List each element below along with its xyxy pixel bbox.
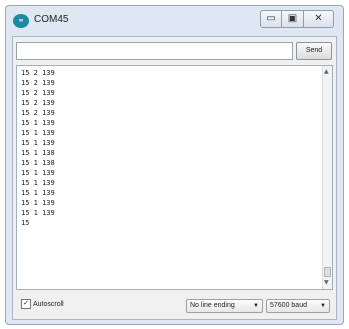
output-line: 15 2 139 <box>21 79 55 87</box>
output-line: 15 1 139 <box>21 179 55 187</box>
serial-output[interactable]: 15 2 139 15 2 139 15 2 139 15 2 139 15 2 139… <box>16 65 333 290</box>
output-lines: 15 2 139 15 2 139 15 2 139 15 2 139 15 2 139… <box>21 68 55 228</box>
output-line: 15 2 139 <box>21 89 55 97</box>
output-line: 15 1 139 <box>21 139 55 147</box>
send-input[interactable] <box>16 42 293 60</box>
maximize-button[interactable]: ▣ <box>282 10 304 28</box>
scroll-down-icon[interactable]: ▼ <box>324 280 329 286</box>
output-line: 15 1 139 <box>21 119 55 127</box>
serial-monitor-window: ∞ COM45 ▭ ▣ ✕ Send 15 2 139 15 2 139 15 2 … <box>5 5 344 325</box>
baud-rate-select[interactable]: 57600 baud ▼ <box>266 299 330 313</box>
scrollbar-thumb[interactable] <box>324 267 331 277</box>
line-ending-select[interactable]: No line ending ▼ <box>186 299 263 313</box>
arduino-icon: ∞ <box>13 14 29 28</box>
output-line: 15 1 139 <box>21 209 55 217</box>
output-line: 15 <box>21 219 30 227</box>
vertical-scrollbar[interactable]: ▲ ▼ <box>322 66 332 289</box>
output-line: 15 1 139 <box>21 199 55 207</box>
chevron-down-icon: ▼ <box>253 303 259 309</box>
output-line: 15 1 139 <box>21 129 55 137</box>
maximize-icon: ▣ <box>287 13 298 24</box>
baud-rate-value: 57600 baud <box>270 302 307 309</box>
monitor-panel: Send 15 2 139 15 2 139 15 2 139 15 2 139 15 … <box>12 36 337 320</box>
output-line: 15 1 138 <box>21 159 55 167</box>
output-line: 15 2 139 <box>21 69 55 77</box>
autoscroll-label: Autoscroll <box>33 301 64 308</box>
status-bar: ✓ Autoscroll No line ending ▼ 57600 baud … <box>16 295 333 317</box>
close-button[interactable]: ✕ <box>304 10 334 28</box>
output-line: 15 1 139 <box>21 169 55 177</box>
output-line: 15 1 138 <box>21 149 55 157</box>
scroll-up-icon[interactable]: ▲ <box>324 69 329 75</box>
send-button[interactable]: Send <box>296 42 332 60</box>
window-title: COM45 <box>34 14 69 25</box>
minimize-button[interactable]: ▭ <box>260 10 282 28</box>
minimize-icon: ▭ <box>266 13 276 24</box>
output-line: 15 1 139 <box>21 189 55 197</box>
output-line: 15 2 139 <box>21 109 55 117</box>
title-bar: ∞ COM45 ▭ ▣ ✕ <box>6 6 343 36</box>
checkbox-icon[interactable]: ✓ <box>21 299 31 310</box>
line-ending-value: No line ending <box>190 302 235 309</box>
chevron-down-icon: ▼ <box>320 303 326 309</box>
close-icon: ✕ <box>314 13 323 24</box>
output-line: 15 2 139 <box>21 99 55 107</box>
autoscroll-toggle[interactable]: ✓ Autoscroll <box>21 299 64 311</box>
